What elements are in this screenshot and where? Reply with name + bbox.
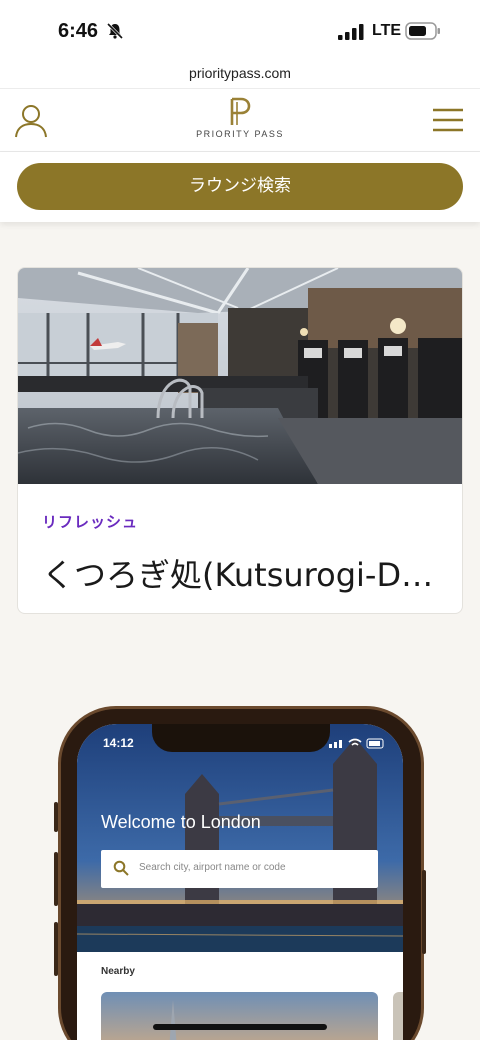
lounge-category: リフレッシュ	[42, 513, 139, 531]
phone-search-field: Search city, airport name or code	[101, 850, 378, 888]
home-indicator	[153, 1024, 327, 1030]
phone-screen: 14:12 Welcome to London Search city, air…	[77, 724, 403, 1040]
signal-icon	[338, 24, 364, 40]
london-hero-image	[77, 724, 403, 952]
network-type: LTE	[372, 22, 402, 39]
bell-slash-icon	[106, 22, 124, 40]
phone-nearby-thumbnail	[101, 992, 378, 1040]
logo-mark-icon	[230, 97, 251, 125]
lounge-card[interactable]: リフレッシュ くつろぎ処(Kutsurogi-Dokoro)	[17, 267, 463, 614]
site-header: PRIORITY PASS	[0, 88, 480, 152]
search-strip: ラウンジ検索	[0, 152, 480, 222]
phone-nearby-label: Nearby	[101, 966, 135, 977]
battery-icon	[405, 22, 440, 40]
user-icon[interactable]	[14, 103, 48, 139]
phone-side-button	[422, 870, 426, 954]
phone-notch	[152, 724, 330, 752]
phone-search-placeholder: Search city, airport name or code	[139, 862, 286, 873]
phone-status-time: 14:12	[103, 736, 134, 750]
phone-side-button	[54, 852, 58, 906]
lounge-photo	[18, 268, 462, 484]
phone-welcome-text: Welcome to London	[101, 812, 261, 832]
logo-text: PRIORITY PASS	[196, 129, 284, 139]
url-bar[interactable]: prioritypass.com	[0, 62, 480, 88]
status-time: 6:46	[58, 20, 99, 42]
url-text: prioritypass.com	[189, 65, 291, 81]
phone-side-button	[54, 922, 58, 976]
priority-pass-logo[interactable]: PRIORITY PASS	[190, 97, 290, 147]
status-bar: 6:46 LTE	[0, 0, 480, 62]
lounge-title[interactable]: くつろぎ処(Kutsurogi-Dokoro)	[42, 550, 446, 596]
phone-nearby-thumbnail	[393, 992, 403, 1040]
phone-side-button	[54, 802, 58, 832]
phone-status-icons	[329, 738, 384, 749]
hamburger-menu-icon[interactable]	[432, 107, 464, 133]
lounge-search-button[interactable]: ラウンジ検索	[17, 163, 463, 210]
search-icon	[113, 860, 129, 876]
